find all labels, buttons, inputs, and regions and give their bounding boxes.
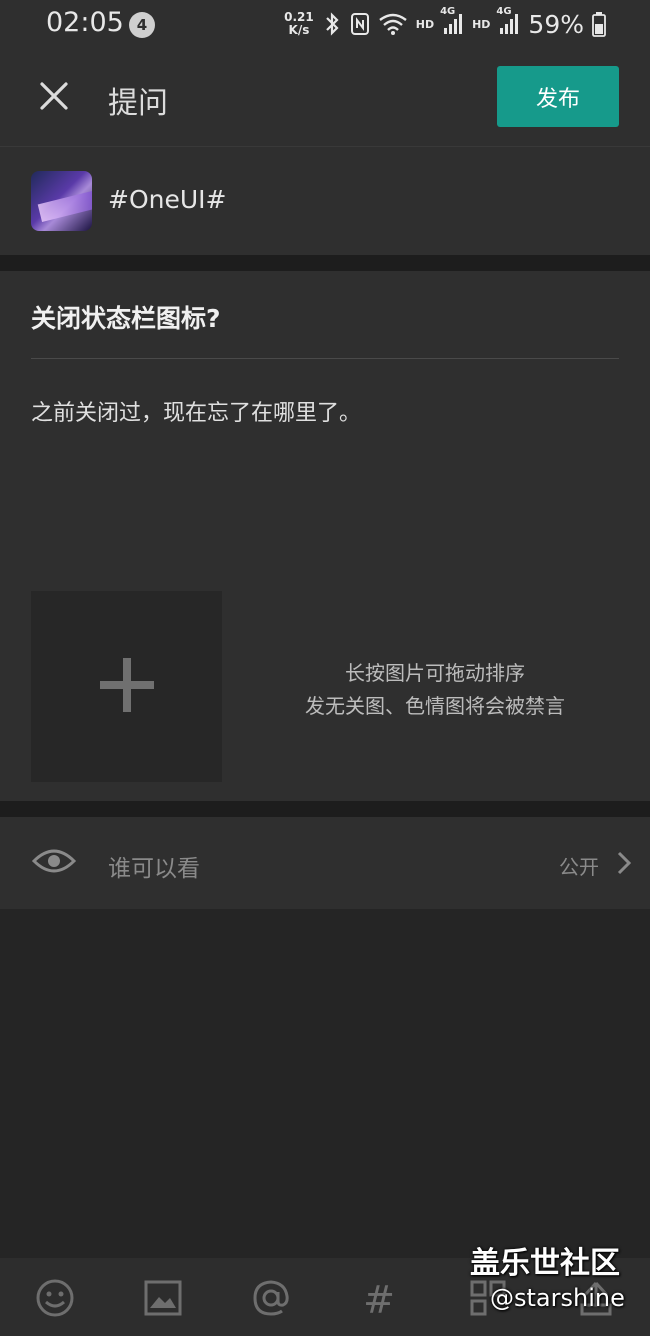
image-hint-line1: 长按图片可拖动排序 bbox=[345, 661, 525, 685]
image-button[interactable] bbox=[141, 1278, 185, 1322]
hd-label-1: HD bbox=[415, 17, 435, 31]
eye-icon bbox=[31, 845, 77, 881]
watermark-handle: @starshine bbox=[490, 1284, 625, 1312]
at-sign-icon bbox=[252, 1279, 290, 1321]
image-hint-line2: 发无关图、色情图将会被禁言 bbox=[305, 694, 565, 718]
hd-label-2: HD bbox=[472, 17, 491, 31]
battery-icon bbox=[592, 11, 606, 37]
add-image-button[interactable] bbox=[31, 591, 222, 782]
visibility-value: 公开 bbox=[559, 855, 599, 879]
page-title: 提问 bbox=[108, 86, 168, 121]
app-header: 提问 发布 bbox=[0, 50, 650, 147]
section-divider bbox=[0, 801, 650, 817]
question-body-input[interactable]: 之前关闭过，现在忘了在哪里了。 bbox=[31, 395, 361, 427]
signal-icon-1: 4G bbox=[440, 6, 464, 36]
hashtag-icon: # bbox=[363, 1278, 395, 1322]
status-icons: 0.21 K/s HD 4G HD 4G 59% bbox=[284, 6, 606, 42]
status-bar: 02:05 4 0.21 K/s HD 4G HD 4G 59% bbox=[0, 0, 650, 50]
notification-count-badge: 4 bbox=[129, 12, 155, 38]
section-divider bbox=[0, 255, 650, 271]
title-divider bbox=[31, 358, 619, 359]
net-speed: 0.21 K/s bbox=[284, 11, 314, 37]
mention-button[interactable] bbox=[249, 1278, 293, 1322]
network-type-1: 4G bbox=[440, 6, 456, 17]
battery-percentage: 59% bbox=[528, 9, 584, 39]
nfc-icon bbox=[350, 12, 370, 36]
hashtag-button[interactable]: # bbox=[357, 1278, 401, 1322]
question-title-input[interactable]: 关闭状态栏图标? bbox=[31, 299, 221, 335]
network-type-2: 4G bbox=[496, 6, 512, 17]
watermark-title: 盖乐世社区 bbox=[470, 1246, 620, 1281]
question-editor: 关闭状态栏图标? 之前关闭过，现在忘了在哪里了。 长按图片可拖动排序 发无关图、… bbox=[0, 271, 650, 801]
bluetooth-icon bbox=[322, 11, 342, 37]
visibility-setting-row[interactable]: 谁可以看 公开 bbox=[0, 817, 650, 909]
signal-icon-2: 4G bbox=[496, 6, 520, 36]
topic-tag: #OneUI# bbox=[108, 185, 227, 214]
close-button[interactable] bbox=[30, 72, 78, 124]
publish-button[interactable]: 发布 bbox=[497, 66, 619, 127]
emoji-icon bbox=[35, 1278, 75, 1322]
close-icon bbox=[39, 81, 69, 115]
chevron-right-icon bbox=[617, 851, 632, 879]
visibility-label: 谁可以看 bbox=[108, 856, 200, 882]
wifi-icon bbox=[378, 12, 408, 36]
image-hint: 长按图片可拖动排序 发无关图、色情图将会被禁言 bbox=[260, 657, 610, 723]
image-icon bbox=[144, 1280, 182, 1320]
net-speed-unit: K/s bbox=[288, 23, 310, 37]
topic-selector[interactable]: #OneUI# bbox=[0, 147, 650, 255]
plus-icon bbox=[98, 656, 156, 718]
emoji-button[interactable] bbox=[33, 1278, 77, 1322]
topic-thumbnail bbox=[31, 171, 92, 231]
status-time: 02:05 bbox=[46, 7, 124, 38]
